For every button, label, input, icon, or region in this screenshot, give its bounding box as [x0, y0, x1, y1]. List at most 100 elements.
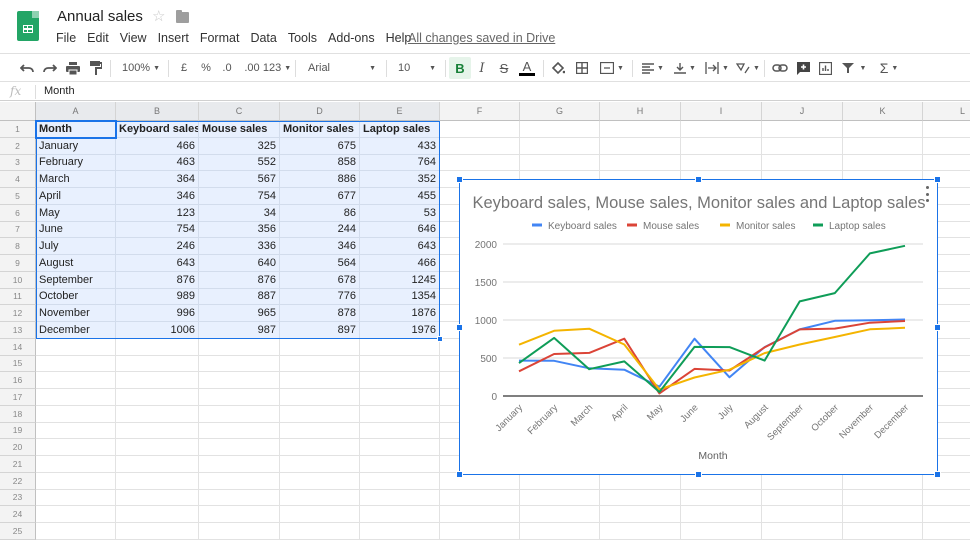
- cell-k24[interactable]: [843, 506, 923, 523]
- cell-e12[interactable]: 1876: [360, 305, 440, 322]
- menu-format[interactable]: Format: [200, 31, 240, 45]
- cell-b7[interactable]: 754: [116, 221, 199, 239]
- cell-e21[interactable]: [360, 456, 440, 473]
- cell-a12[interactable]: November: [36, 305, 116, 322]
- bold-button[interactable]: B: [449, 57, 471, 79]
- cell-d23[interactable]: [280, 489, 360, 507]
- cell-e11[interactable]: 1354: [360, 288, 440, 306]
- cell-b13[interactable]: 1006: [116, 322, 199, 339]
- cell-d12[interactable]: 878: [280, 305, 360, 322]
- cell-e17[interactable]: [360, 389, 440, 406]
- cell-a17[interactable]: [36, 389, 116, 406]
- cell-b22[interactable]: [116, 472, 199, 490]
- cell-a21[interactable]: [36, 456, 116, 473]
- cell-b17[interactable]: [116, 389, 199, 406]
- cell-c6[interactable]: 34: [199, 204, 280, 222]
- cell-d20[interactable]: [280, 439, 360, 456]
- font-size-select[interactable]: 10 ▼: [392, 54, 442, 82]
- cell-j24[interactable]: [762, 506, 843, 523]
- row-header-6[interactable]: 6: [0, 204, 36, 222]
- cell-g24[interactable]: [520, 506, 600, 523]
- resize-handle-e[interactable]: [934, 324, 941, 331]
- merge-cells-icon[interactable]: ▼: [597, 54, 627, 82]
- print-icon[interactable]: [64, 54, 82, 82]
- menu-view[interactable]: View: [120, 31, 147, 45]
- cell-k23[interactable]: [843, 489, 923, 507]
- resize-handle-ne[interactable]: [934, 176, 941, 183]
- cell-e5[interactable]: 455: [360, 188, 440, 205]
- cell-i1[interactable]: [681, 121, 762, 138]
- cell-d18[interactable]: [280, 405, 360, 423]
- increase-decimal-button[interactable]: .00: [241, 54, 263, 82]
- cell-d22[interactable]: [280, 472, 360, 490]
- cell-e8[interactable]: 643: [360, 238, 440, 255]
- text-wrapping-icon[interactable]: ▼: [702, 54, 732, 82]
- menu-file[interactable]: File: [56, 31, 76, 45]
- cell-a25[interactable]: [36, 523, 116, 540]
- cell-l3[interactable]: [923, 155, 970, 172]
- cell-c25[interactable]: [199, 523, 280, 540]
- cell-a4[interactable]: March: [36, 171, 116, 188]
- chart-menu-icon[interactable]: [925, 186, 929, 202]
- cell-d13[interactable]: 897: [280, 322, 360, 339]
- cell-d16[interactable]: [280, 372, 360, 389]
- cell-j1[interactable]: [762, 121, 843, 138]
- menu-edit[interactable]: Edit: [87, 31, 109, 45]
- currency-format-button[interactable]: £: [176, 54, 192, 82]
- cell-a23[interactable]: [36, 489, 116, 507]
- row-header-17[interactable]: 17: [0, 389, 36, 406]
- column-header-d[interactable]: D: [280, 102, 360, 121]
- cell-g25[interactable]: [520, 523, 600, 540]
- cell-e3[interactable]: 764: [360, 154, 440, 172]
- cell-e6[interactable]: 53: [360, 204, 440, 222]
- text-color-button[interactable]: A: [518, 54, 536, 82]
- cell-l25[interactable]: [923, 523, 970, 540]
- cell-b15[interactable]: [116, 355, 199, 373]
- resize-handle-s[interactable]: [695, 471, 702, 478]
- cell-c9[interactable]: 640: [199, 255, 280, 272]
- cell-i2[interactable]: [681, 137, 762, 155]
- cell-h23[interactable]: [600, 489, 681, 507]
- select-all-corner[interactable]: [0, 102, 36, 121]
- row-header-20[interactable]: 20: [0, 439, 36, 456]
- cell-a20[interactable]: [36, 439, 116, 456]
- cell-e23[interactable]: [360, 489, 440, 507]
- cell-a10[interactable]: September: [36, 271, 116, 289]
- row-header-11[interactable]: 11: [0, 288, 36, 306]
- cell-j23[interactable]: [762, 489, 843, 507]
- cell-a19[interactable]: [36, 422, 116, 440]
- cell-g1[interactable]: [520, 121, 600, 138]
- cell-e2[interactable]: 433: [360, 137, 440, 155]
- cell-e22[interactable]: [360, 472, 440, 490]
- column-header-a[interactable]: A: [36, 102, 116, 121]
- column-header-k[interactable]: K: [843, 102, 923, 121]
- cell-h1[interactable]: [600, 121, 681, 138]
- cell-f2[interactable]: [440, 137, 520, 155]
- cell-c7[interactable]: 356: [199, 221, 280, 239]
- cell-j2[interactable]: [762, 137, 843, 155]
- folder-icon[interactable]: [176, 10, 189, 23]
- cell-a24[interactable]: [36, 506, 116, 523]
- row-header-19[interactable]: 19: [0, 422, 36, 440]
- cell-c10[interactable]: 876: [199, 271, 280, 289]
- column-header-b[interactable]: B: [116, 102, 199, 121]
- cell-b4[interactable]: 364: [116, 171, 199, 188]
- cell-e10[interactable]: 1245: [360, 271, 440, 289]
- save-status-link[interactable]: All changes saved in Drive: [408, 31, 555, 45]
- cell-e24[interactable]: [360, 506, 440, 523]
- cell-e13[interactable]: 1976: [360, 322, 440, 339]
- cell-b9[interactable]: 643: [116, 255, 199, 272]
- cell-a7[interactable]: June: [36, 221, 116, 239]
- fill-color-icon[interactable]: [549, 54, 567, 82]
- cell-h2[interactable]: [600, 137, 681, 155]
- cell-c14[interactable]: [199, 338, 280, 356]
- cell-k3[interactable]: [843, 154, 923, 172]
- row-header-23[interactable]: 23: [0, 489, 36, 507]
- cell-a3[interactable]: February: [36, 154, 116, 172]
- cell-d17[interactable]: [280, 389, 360, 406]
- cell-k2[interactable]: [843, 137, 923, 155]
- more-formats-button[interactable]: 123 ▼: [263, 54, 291, 82]
- cell-j25[interactable]: [762, 523, 843, 540]
- cell-a18[interactable]: [36, 405, 116, 423]
- cell-a2[interactable]: January: [36, 137, 116, 155]
